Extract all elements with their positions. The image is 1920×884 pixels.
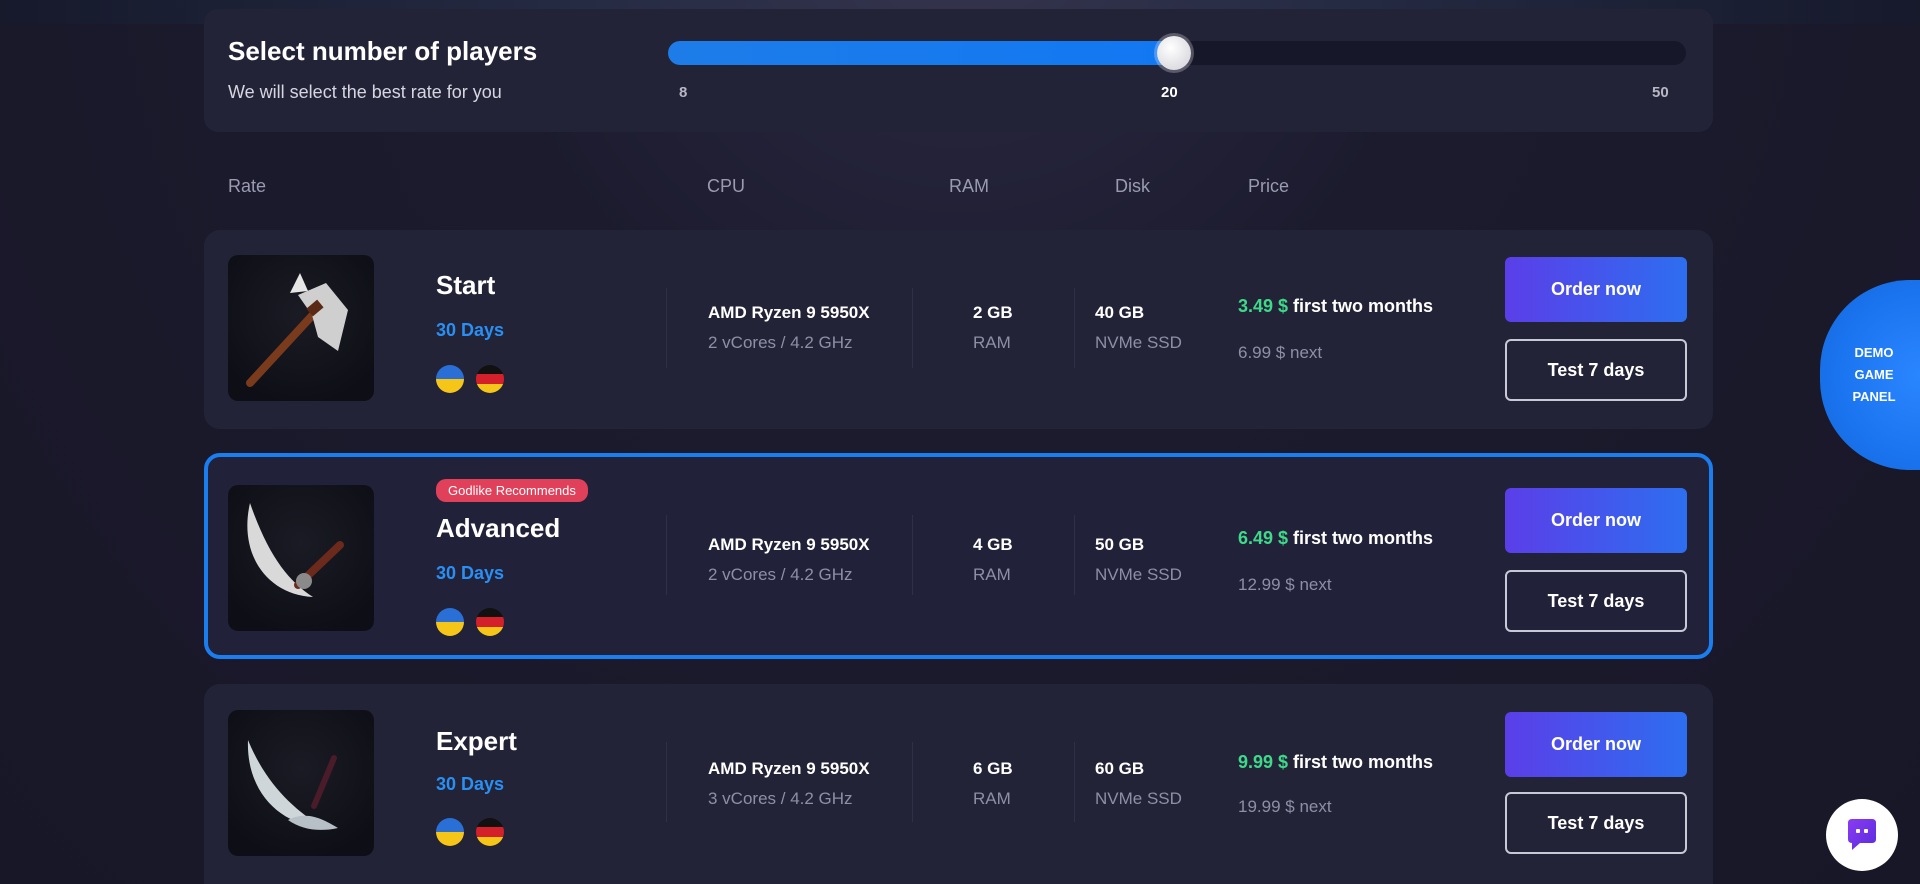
column-ram: RAM <box>949 176 989 196</box>
order-now-button[interactable]: Order now <box>1505 488 1687 553</box>
recommended-badge: Godlike Recommends <box>436 479 588 502</box>
order-now-button[interactable]: Order now <box>1505 712 1687 777</box>
slider-selected-label: 20 <box>1161 84 1178 101</box>
plan-card-start: Start 30 Days AMD Ryzen 9 5950X 2 vCores… <box>204 230 1713 429</box>
divider <box>666 288 667 368</box>
column-disk: Disk <box>1115 176 1150 196</box>
test-7-days-button[interactable]: Test 7 days <box>1505 339 1687 401</box>
test-7-days-button[interactable]: Test 7 days <box>1505 792 1687 854</box>
plan-locations <box>436 818 504 846</box>
chat-icon <box>1848 819 1876 850</box>
column-price: Price <box>1248 176 1290 196</box>
divider <box>1074 288 1075 368</box>
plan-next-price: 12.99 $ next <box>1238 575 1332 594</box>
plan-disk: 40 GB <box>1095 303 1145 322</box>
slider-max-label: 50 <box>1652 84 1669 101</box>
plan-ram-label: RAM <box>973 565 1011 584</box>
plan-name: Advanced <box>436 513 561 543</box>
plan-cpu-detail: 2 vCores / 4.2 GHz <box>708 565 853 584</box>
germany-flag-icon <box>476 818 504 846</box>
plan-disk: 60 GB <box>1095 759 1145 778</box>
slider-title: Select number of players <box>228 36 538 66</box>
axe-icon <box>228 255 374 401</box>
players-slider-panel: Select number of players We will select … <box>204 9 1713 132</box>
demo-game-panel-label[interactable]: DEMO GAME PANEL <box>1844 342 1904 408</box>
divider <box>1074 742 1075 822</box>
order-now-button[interactable]: Order now <box>1505 257 1687 322</box>
players-slider-track[interactable] <box>668 36 1686 70</box>
plan-card-advanced: Godlike Recommends Advanced 30 Days AMD … <box>204 453 1713 659</box>
plan-name: Expert <box>436 726 517 756</box>
plan-locations <box>436 365 504 393</box>
plan-cpu-detail: 2 vCores / 4.2 GHz <box>708 333 853 352</box>
plan-period: 30 Days <box>436 774 505 794</box>
scythe-icon <box>228 485 374 631</box>
double-scythe-icon <box>228 710 374 856</box>
divider <box>666 515 667 595</box>
plan-period: 30 Days <box>436 320 505 340</box>
plan-name: Start <box>436 270 496 300</box>
plan-cpu: AMD Ryzen 9 5950X <box>708 303 870 322</box>
slider-min-label: 8 <box>679 84 688 101</box>
divider <box>912 515 913 595</box>
ukraine-flag-icon <box>436 365 464 393</box>
plan-price: 6.49 $ first two months <box>1238 528 1434 548</box>
plan-price: 3.49 $ first two months <box>1238 296 1434 316</box>
column-cpu: CPU <box>707 176 746 196</box>
plan-ram-label: RAM <box>973 789 1011 808</box>
divider <box>666 742 667 822</box>
plan-disk-type: NVMe SSD <box>1095 789 1182 808</box>
players-slider-fill <box>668 41 1174 65</box>
plan-next-price: 19.99 $ next <box>1238 797 1332 816</box>
germany-flag-icon <box>476 365 504 393</box>
plan-disk-type: NVMe SSD <box>1095 333 1182 352</box>
ukraine-flag-icon <box>436 608 464 636</box>
chat-button[interactable] <box>1826 799 1898 871</box>
plan-card-expert: Expert 30 Days AMD Ryzen 9 5950X 3 vCore… <box>204 684 1713 884</box>
plan-locations <box>436 608 504 636</box>
plan-period: 30 Days <box>436 563 505 583</box>
plan-ram: 6 GB <box>973 759 1013 778</box>
germany-flag-icon <box>476 608 504 636</box>
plan-price: 9.99 $ first two months <box>1238 752 1434 772</box>
divider <box>912 288 913 368</box>
plan-next-price: 6.99 $ next <box>1238 343 1323 362</box>
plan-cpu: AMD Ryzen 9 5950X <box>708 759 870 778</box>
players-slider-thumb[interactable] <box>1156 36 1191 70</box>
plan-cpu-detail: 3 vCores / 4.2 GHz <box>708 789 853 808</box>
column-rate: Rate <box>228 176 267 196</box>
plan-ram: 4 GB <box>973 535 1013 554</box>
ukraine-flag-icon <box>436 818 464 846</box>
plan-disk: 50 GB <box>1095 535 1145 554</box>
plan-disk-type: NVMe SSD <box>1095 565 1182 584</box>
divider <box>912 742 913 822</box>
plan-ram-label: RAM <box>973 333 1011 352</box>
test-7-days-button[interactable]: Test 7 days <box>1505 570 1687 632</box>
divider <box>1074 515 1075 595</box>
plan-ram: 2 GB <box>973 303 1013 322</box>
plan-cpu: AMD Ryzen 9 5950X <box>708 535 870 554</box>
slider-subtitle: We will select the best rate for you <box>228 82 502 102</box>
